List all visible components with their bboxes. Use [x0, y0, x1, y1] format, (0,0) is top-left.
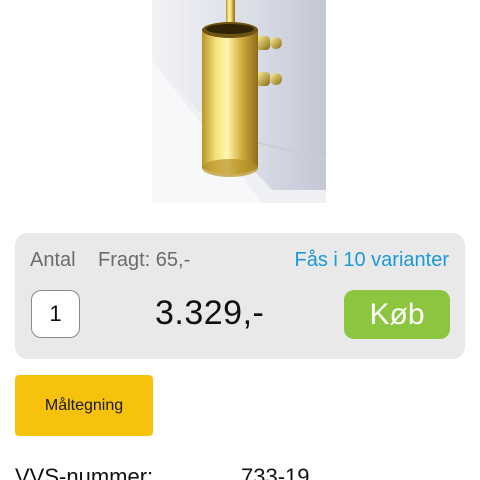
variants-link[interactable]: Fås i 10 varianter — [294, 249, 449, 272]
spec-row-vvs-number: VVS-nummer: 733-19 — [15, 464, 465, 480]
product-image — [152, 0, 326, 203]
buy-button[interactable]: Køb — [344, 290, 450, 339]
shipping-cost-label: Fragt: 65,- — [98, 249, 191, 271]
quantity-label: Antal — [30, 249, 76, 271]
spec-label: VVS-nummer: — [15, 464, 154, 480]
spec-value: 733-19 — [241, 464, 310, 480]
dimension-drawing-button[interactable]: Måltegning — [15, 375, 153, 436]
quantity-input[interactable] — [31, 290, 80, 338]
product-price: 3.329,- — [155, 294, 265, 332]
toilet-brush-holder-illustration — [152, 0, 326, 203]
purchase-panel: Antal Fragt: 65,- Fås i 10 varianter 3.3… — [15, 233, 465, 359]
product-page: Antal Fragt: 65,- Fås i 10 varianter 3.3… — [0, 0, 480, 480]
